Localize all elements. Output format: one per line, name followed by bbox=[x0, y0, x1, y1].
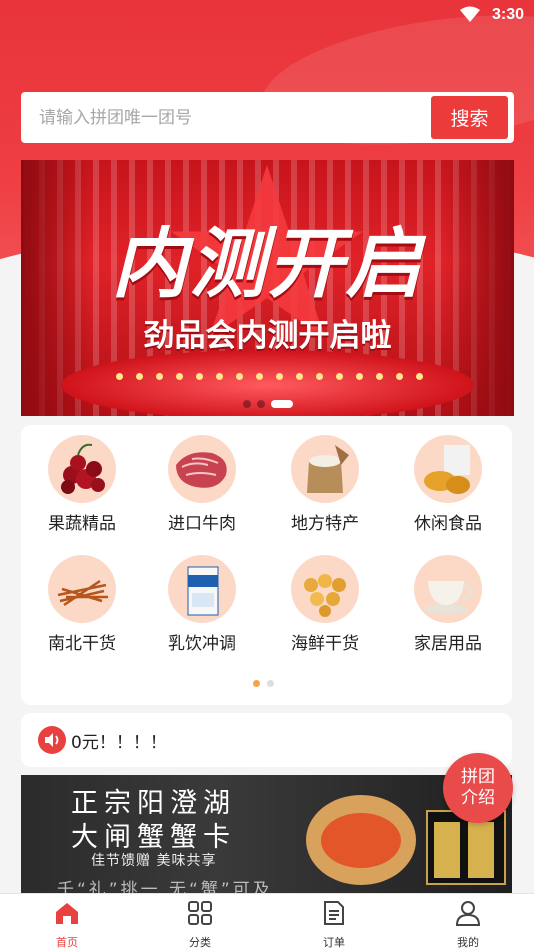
tab-label: 我的 bbox=[457, 936, 479, 949]
category-item-seafood[interactable]: 海鲜干货 bbox=[275, 545, 375, 655]
pager-dot-active[interactable] bbox=[253, 680, 260, 687]
category-label: 地方特产 bbox=[291, 514, 359, 534]
tab-label: 订单 bbox=[323, 936, 345, 949]
snacks-icon bbox=[414, 435, 482, 503]
notice-text: 0元！！！！ bbox=[71, 733, 167, 753]
crab-card-banner[interactable]: 正宗阳澄湖 大闸蟹蟹卡 佳节馈赠 美味共享 千“礼”挑一 无“蟹”可及 bbox=[21, 775, 512, 897]
search-bar: 搜索 bbox=[21, 92, 514, 143]
cherries-icon bbox=[48, 435, 116, 503]
teacup-icon bbox=[414, 555, 482, 623]
tab-orders[interactable]: 订单 bbox=[294, 900, 374, 949]
crab-image bbox=[321, 813, 401, 868]
category-item-household[interactable]: 家居用品 bbox=[398, 545, 498, 655]
category-label: 果蔬精品 bbox=[48, 514, 116, 534]
category-item-dry-goods[interactable]: 南北干货 bbox=[32, 545, 132, 655]
banner-dot[interactable] bbox=[243, 400, 251, 408]
status-bar: 3:30 bbox=[0, 0, 534, 30]
category-label: 海鲜干货 bbox=[291, 634, 359, 654]
category-item-beef[interactable]: 进口牛肉 bbox=[152, 425, 252, 535]
pager-dot[interactable] bbox=[267, 680, 274, 687]
search-button[interactable]: 搜索 bbox=[431, 96, 508, 139]
grid-icon bbox=[188, 901, 212, 925]
milk-carton-icon bbox=[168, 555, 236, 623]
category-grid: 果蔬精品 进口牛肉 地方特产 休闲食品 南北干货 乳饮冲调 海鲜干货 家居用品 bbox=[21, 425, 512, 705]
category-item-local-specialty[interactable]: 地方特产 bbox=[275, 425, 375, 535]
notice-bar[interactable]: 0元！！！！ bbox=[21, 713, 512, 767]
promo-banner-carousel[interactable]: 内测开启 劲品会内测开启啦 bbox=[21, 160, 514, 416]
tab-label: 分类 bbox=[189, 936, 211, 949]
tab-profile[interactable]: 我的 bbox=[428, 900, 508, 949]
rice-sack-icon bbox=[291, 435, 359, 503]
banner-dot[interactable] bbox=[257, 400, 265, 408]
category-item-fruits[interactable]: 果蔬精品 bbox=[32, 425, 132, 535]
category-label: 进口牛肉 bbox=[168, 514, 236, 534]
user-icon bbox=[455, 901, 481, 926]
wifi-icon bbox=[460, 6, 480, 22]
category-item-dairy[interactable]: 乳饮冲调 bbox=[152, 545, 252, 655]
cordyceps-icon bbox=[48, 555, 116, 623]
document-icon bbox=[324, 901, 344, 925]
banner-dot-active[interactable] bbox=[271, 400, 293, 408]
promo-subtitle: 佳节馈赠 美味共享 bbox=[91, 853, 217, 869]
promo-title-line2: 大闸蟹蟹卡 bbox=[71, 822, 236, 853]
category-label: 家居用品 bbox=[414, 634, 482, 654]
category-label: 南北干货 bbox=[48, 634, 116, 654]
search-input[interactable] bbox=[21, 92, 426, 143]
bottom-tab-bar: 首页 分类 订单 我的 bbox=[0, 893, 534, 949]
banner-title: 内测开启 bbox=[111, 219, 424, 308]
float-button-line1: 拼团 bbox=[461, 767, 495, 787]
banner-lights bbox=[116, 373, 446, 383]
speaker-icon bbox=[38, 726, 66, 754]
tab-home[interactable]: 首页 bbox=[27, 900, 107, 949]
gift-box-image bbox=[426, 810, 506, 885]
category-label: 乳饮冲调 bbox=[168, 634, 236, 654]
tab-label: 首页 bbox=[56, 936, 78, 949]
category-item-snacks[interactable]: 休闲食品 bbox=[398, 425, 498, 535]
status-time: 3:30 bbox=[491, 6, 524, 23]
banner-subtitle: 劲品会内测开启啦 bbox=[143, 318, 392, 354]
float-button-line2: 介绍 bbox=[461, 788, 495, 808]
category-label: 休闲食品 bbox=[414, 514, 482, 534]
group-buy-intro-button[interactable]: 拼团 介绍 bbox=[443, 753, 513, 823]
scallops-icon bbox=[291, 555, 359, 623]
tab-category[interactable]: 分类 bbox=[160, 900, 240, 949]
banner-stage bbox=[61, 350, 474, 416]
home-icon bbox=[56, 903, 78, 924]
beef-icon bbox=[168, 435, 236, 503]
